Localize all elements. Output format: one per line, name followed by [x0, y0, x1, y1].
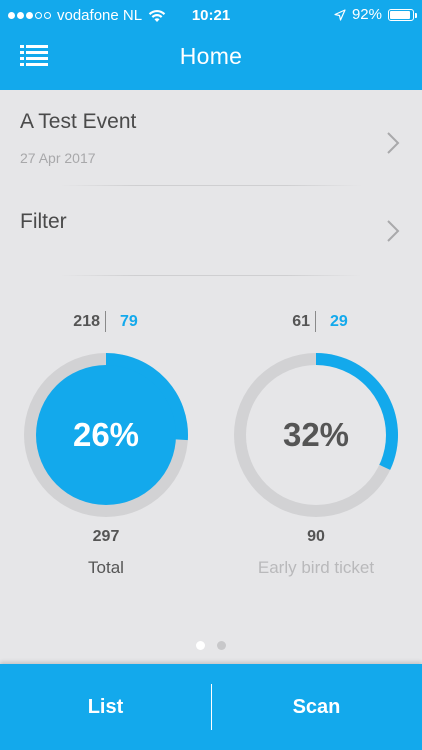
- event-date: 27 Apr 2017: [20, 150, 96, 166]
- content-rows: A Test Event 27 Apr 2017 Filter: [0, 92, 422, 276]
- filter-row[interactable]: Filter: [0, 186, 422, 276]
- location-arrow-icon: [334, 8, 346, 21]
- count-separator: [105, 311, 106, 332]
- event-row[interactable]: A Test Event 27 Apr 2017: [0, 92, 422, 186]
- count-separator: [315, 311, 316, 332]
- event-title: A Test Event: [20, 110, 137, 133]
- page-indicator: [0, 641, 422, 650]
- stat-percent: 26%: [72, 416, 140, 453]
- status-bar: vodafone NL 10:21 92%: [0, 0, 422, 32]
- stat-percent: 32%: [282, 416, 350, 453]
- battery-icon: [388, 8, 417, 21]
- stat-counts: 61 29: [226, 308, 406, 336]
- divider: [60, 275, 362, 276]
- stat-caption: Total: [88, 558, 124, 577]
- nav-bar: Home: [0, 32, 422, 90]
- page-title: Home: [179, 43, 243, 69]
- list-button[interactable]: List: [0, 664, 211, 750]
- stat-caption: Early bird ticket: [257, 558, 375, 577]
- filter-label: Filter: [20, 210, 67, 233]
- stat-total: 218 79 26% 297 Total: [16, 308, 196, 577]
- stat-early-bird: 61 29 32% 90 Early bird ticket: [226, 308, 406, 577]
- page-dot-active[interactable]: [196, 641, 205, 650]
- stat-left-count: 61: [292, 313, 310, 330]
- chevron-right-icon: [387, 132, 400, 154]
- status-right: 92%: [334, 6, 417, 23]
- battery-percent: 92%: [351, 6, 382, 23]
- bottom-tab-bar: List Scan: [0, 664, 422, 750]
- stat-right-count: 29: [330, 313, 348, 330]
- chevron-right-icon: [387, 220, 400, 242]
- stat-left-count: 218: [73, 313, 100, 330]
- stat-total-value: 90: [307, 528, 325, 545]
- page-dot[interactable]: [217, 641, 226, 650]
- stat-right-count: 79: [120, 313, 138, 330]
- top-bar: vodafone NL 10:21 92% Home: [0, 0, 422, 90]
- stat-counts: 218 79: [16, 308, 196, 336]
- stat-total-value: 297: [92, 528, 120, 545]
- scan-button[interactable]: Scan: [211, 664, 422, 750]
